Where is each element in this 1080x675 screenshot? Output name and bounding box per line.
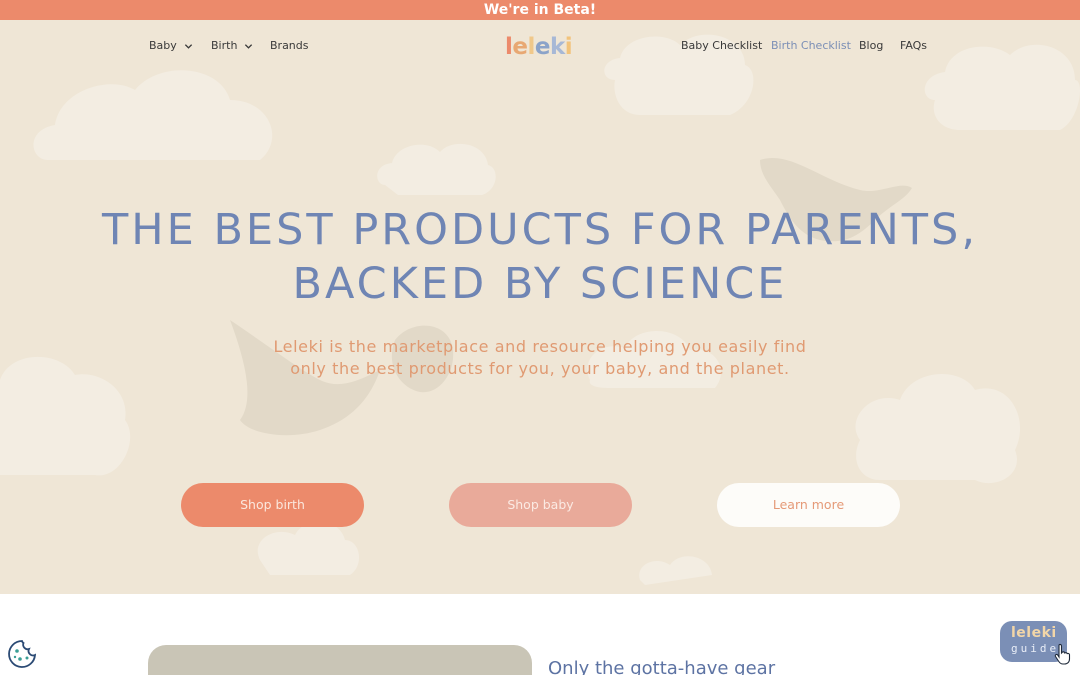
shop-baby-button[interactable]: Shop baby	[449, 483, 632, 527]
nav-item-birth[interactable]: Birth	[211, 39, 253, 52]
headline-line-1: THE BEST PRODUCTS FOR PARENTS,	[102, 205, 978, 255]
chevron-down-icon	[184, 43, 192, 49]
hero-subtext: Leleki is the marketplace and resource h…	[0, 336, 1080, 380]
nav-item-birth-checklist[interactable]: Birth Checklist	[771, 39, 851, 52]
nav-item-faqs[interactable]: FAQs	[900, 39, 927, 52]
learn-more-button[interactable]: Learn more	[717, 483, 900, 527]
beta-banner: We're in Beta!	[0, 0, 1080, 20]
subtext-line-1: Leleki is the marketplace and resource h…	[273, 337, 807, 356]
top-nav: Baby Birth Brands leleki Baby Checklist …	[0, 20, 1080, 72]
logo-letter: k	[550, 34, 565, 60]
guide-badge-line-1: leleki	[1011, 625, 1057, 641]
cookie-icon[interactable]	[7, 639, 37, 669]
logo-letters: leleki	[505, 34, 573, 60]
nav-item-baby-checklist[interactable]: Baby Checklist	[681, 39, 762, 52]
section-heading: Only the gotta-have gear	[548, 658, 776, 675]
leleki-guide-button[interactable]: leleki guide	[1000, 621, 1071, 665]
nav-label-birth: Birth	[211, 39, 238, 52]
shop-birth-button[interactable]: Shop birth	[181, 483, 364, 527]
nav-item-baby[interactable]: Baby	[149, 39, 193, 52]
pointer-cursor-icon	[1054, 643, 1071, 665]
hero-section: THE BEST PRODUCTS FOR PARENTS, BACKED BY…	[0, 20, 1080, 594]
chevron-down-icon	[245, 43, 253, 49]
subtext-line-2: only the best products for you, your bab…	[290, 359, 790, 378]
logo-letter: e	[534, 34, 551, 60]
product-photo	[148, 645, 532, 675]
logo-letter: l	[505, 34, 513, 60]
logo-letter: e	[512, 34, 528, 60]
logo-letter: l	[527, 34, 536, 60]
guide-badge-line-2: guide	[1011, 642, 1060, 655]
leleki-logo[interactable]: leleki	[505, 34, 573, 60]
nav-label-baby: Baby	[149, 39, 177, 52]
nav-item-brands[interactable]: Brands	[270, 39, 309, 52]
nav-item-blog[interactable]: Blog	[859, 39, 883, 52]
headline-line-2: BACKED BY SCIENCE	[292, 259, 788, 309]
hero-headline: THE BEST PRODUCTS FOR PARENTS, BACKED BY…	[0, 203, 1080, 311]
logo-letter: i	[564, 34, 573, 60]
